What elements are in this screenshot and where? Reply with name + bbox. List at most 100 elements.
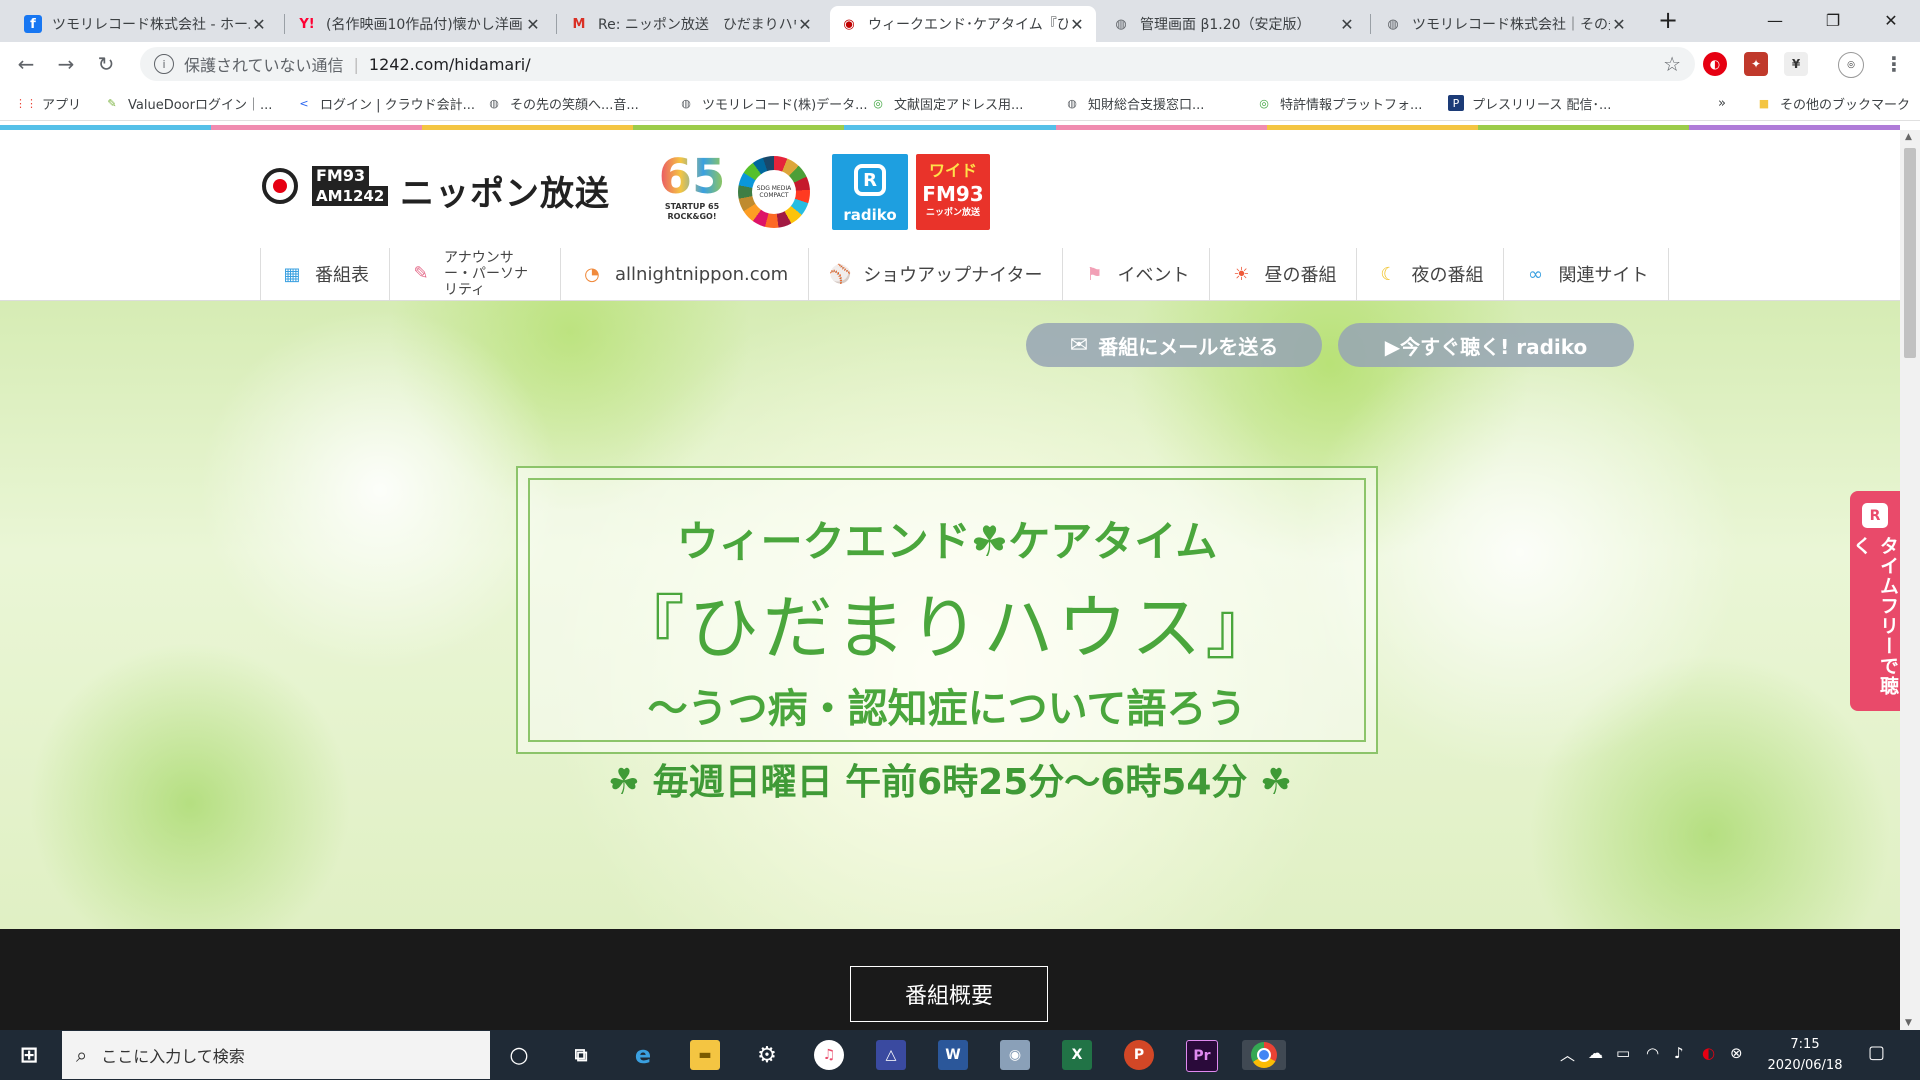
address-bar[interactable]: i 保護されていない通信 | 1242.com/hidamari/ ☆ [140, 47, 1695, 81]
tab-title: ツモリレコード株式会社 - ホーム [52, 17, 250, 33]
settings-gear-icon[interactable]: ⚙ [752, 1040, 782, 1070]
page-scrollbar[interactable]: ▲ ▼ [1900, 130, 1920, 1030]
program-subtitle: ウィークエンド☘ケアタイム [676, 517, 1218, 566]
close-tab-icon[interactable]: ✕ [250, 15, 268, 34]
scroll-up-arrow-icon[interactable]: ▲ [1905, 132, 1912, 142]
nav-item-night[interactable]: ☾ 夜の番組 [1356, 248, 1503, 300]
camera-icon[interactable]: ◉ [1000, 1040, 1030, 1070]
edge-browser-icon[interactable]: e [628, 1040, 658, 1070]
premiere-pro-icon[interactable]: Pr [1186, 1040, 1218, 1072]
bookmark-sonosaki[interactable]: ◍ その先の笑顔へ...音... [486, 92, 639, 114]
send-mail-button[interactable]: ✉ 番組にメールを送る [1026, 323, 1322, 367]
bookmark-prtimes[interactable]: P プレスリリース 配信･... [1448, 92, 1611, 114]
timefree-side-tab[interactable]: R タイムフリーで聴く [1850, 491, 1900, 711]
security-status-label[interactable]: 保護されていない通信 [184, 52, 344, 76]
taskbar-search-placeholder: ここに入力して検索 [101, 1047, 245, 1066]
volume-icon[interactable]: ♪ [1674, 1044, 1684, 1062]
program-tagline: ～うつ病・認知症について語ろう [647, 686, 1247, 732]
nav-label: 夜の番組 [1411, 265, 1484, 286]
browser-tab-3[interactable]: M Re: ニッポン放送 ひだまりハウス ✕ [560, 6, 824, 42]
bookmarks-overflow-chevron-icon[interactable]: » [1718, 92, 1726, 114]
tab-title: ウィークエンド･ケアタイム『ひだまり [868, 17, 1068, 33]
bookmark-chizai[interactable]: ◍ 知財総合支援窓口... [1064, 92, 1204, 114]
bookmark-jplatpat[interactable]: ◎ 特許情報プラットフォ... [1256, 92, 1422, 114]
nav-item-showup-nighter[interactable]: ⚾ ショウアップナイター [808, 248, 1062, 300]
nippon-housou-icon: ◉ [843, 16, 855, 32]
bookmark-freee[interactable]: < ログイン | クラウド会計... [296, 92, 475, 114]
nav-item-daytime[interactable]: ☀ 昼の番組 [1209, 248, 1356, 300]
browser-tab-4-active[interactable]: ◉ ウィークエンド･ケアタイム『ひだまり ✕ [830, 6, 1096, 42]
minimize-icon[interactable]: — [1746, 0, 1804, 40]
extension-icon[interactable]: ◐ [1703, 52, 1727, 76]
menu-dots-icon[interactable]: ⋮ [1882, 52, 1906, 76]
url-text[interactable]: 1242.com/hidamari/ [369, 55, 531, 74]
windows-taskbar: ⊞ ⌕ ここに入力して検索 ○ ⧉ e ▬ ⚙ ♫ △ W ◉ X P Pr ︿… [0, 1030, 1920, 1080]
close-tab-icon[interactable]: ✕ [1610, 15, 1628, 34]
globe-icon: ◍ [1115, 16, 1127, 32]
bookmark-apps[interactable]: ⋮⋮ アプリ [15, 92, 81, 114]
cortana-circle-icon[interactable]: ○ [504, 1040, 534, 1070]
browser-tab-2[interactable]: Y! (名作映画10作品付)懐かし洋画 ✕ [288, 6, 552, 42]
anniversary-65-logo[interactable]: 65 STARTUP 65 ROCK&GO! [658, 152, 726, 228]
word-icon[interactable]: W [938, 1040, 968, 1070]
nav-item-announcers[interactable]: ✎ アナウンサー・パーソナリティ [389, 248, 560, 300]
search-icon: ⌕ [76, 1043, 88, 1067]
taskbar-search-box[interactable]: ⌕ ここに入力して検索 [62, 1031, 490, 1079]
battery-icon[interactable]: ▭ [1616, 1044, 1630, 1062]
scroll-down-arrow-icon[interactable]: ▼ [1905, 1018, 1912, 1028]
bookmark-other-folder[interactable]: ■ その他のブックマーク [1756, 92, 1910, 114]
wifi-icon[interactable]: ◠ [1646, 1044, 1659, 1062]
close-tab-icon[interactable]: ✕ [524, 15, 542, 34]
globe-icon: ◍ [1387, 16, 1399, 32]
profile-avatar-icon[interactable]: ◎ [1838, 52, 1864, 78]
tray-close-circle-icon[interactable]: ⊗ [1730, 1044, 1743, 1062]
powerpoint-icon[interactable]: P [1124, 1040, 1154, 1070]
bookmark-star-icon[interactable]: ☆ [1663, 52, 1681, 76]
forward-arrow-icon[interactable]: → [52, 50, 80, 78]
excel-icon[interactable]: X [1062, 1040, 1092, 1070]
close-tab-icon[interactable]: ✕ [1338, 15, 1356, 34]
listen-radiko-button[interactable]: ▶今すぐ聴く! radiko [1338, 323, 1634, 367]
wide-label: ワイド [928, 161, 977, 180]
pdf-extension-icon[interactable]: ✦ [1744, 52, 1768, 76]
bookmark-valuedoor[interactable]: ✎ ValueDoorログイン｜... [104, 92, 272, 114]
radiko-icon: R [1862, 503, 1888, 529]
site-logo[interactable]: FM93 AM1242 ニッポン放送 [260, 160, 630, 220]
tray-app-icon[interactable]: ◐ [1702, 1044, 1715, 1062]
browser-tab-6[interactable]: ◍ ツモリレコード株式会社｜その先 ✕ [1374, 6, 1638, 42]
onedrive-cloud-icon[interactable]: ☁ [1588, 1044, 1603, 1062]
file-explorer-icon[interactable]: ▬ [690, 1040, 720, 1070]
windows-start-icon[interactable]: ⊞ [14, 1040, 44, 1070]
scrollbar-thumb[interactable] [1904, 148, 1916, 358]
yen-extension-icon[interactable]: ¥ [1784, 52, 1808, 76]
nav-item-related-sites[interactable]: ∞ 関連サイト [1503, 248, 1670, 300]
maximize-icon[interactable]: ❐ [1804, 0, 1862, 40]
back-arrow-icon[interactable]: ← [12, 50, 40, 78]
itunes-icon[interactable]: ♫ [814, 1040, 844, 1070]
nav-item-program-table[interactable]: ▦ 番組表 [260, 248, 389, 300]
anniversary-caption: STARTUP 65 ROCK&GO! [664, 202, 720, 221]
wide-fm93-label: FM93 [922, 182, 984, 206]
nav-item-events[interactable]: ⚑ イベント [1062, 248, 1209, 300]
app-icon[interactable]: △ [876, 1040, 906, 1070]
browser-tab-5[interactable]: ◍ 管理画面 β1.20（安定版） ✕ [1102, 6, 1366, 42]
close-tab-icon[interactable]: ✕ [796, 15, 814, 34]
sdg-wheel-logo[interactable]: SDG MEDIA COMPACT [738, 156, 810, 228]
program-overview-button[interactable]: 番組概要 [850, 966, 1048, 1022]
notification-icon[interactable]: ▢ [1868, 1042, 1885, 1063]
window-close-icon[interactable]: ✕ [1862, 0, 1920, 40]
task-view-icon[interactable]: ⧉ [566, 1040, 596, 1070]
close-tab-icon[interactable]: ✕ [1068, 15, 1086, 34]
nav-item-allnightnippon[interactable]: ◔ allnightnippon.com [560, 248, 808, 300]
reload-icon[interactable]: ↻ [92, 50, 120, 78]
bookmark-bunken[interactable]: ◎ 文献固定アドレス用... [870, 92, 1023, 114]
info-icon[interactable]: i [154, 54, 174, 74]
taskbar-clock[interactable]: 7:15 2020/06/18 [1760, 1034, 1850, 1076]
wide-fm93-logo-button[interactable]: ワイド FM93 ニッポン放送 [916, 154, 990, 230]
chrome-icon[interactable] [1242, 1040, 1286, 1070]
new-tab-plus-icon[interactable]: + [1640, 0, 1696, 40]
radiko-logo-button[interactable]: R radiko [832, 154, 908, 230]
tray-chevron-icon[interactable]: ︿ [1560, 1044, 1575, 1065]
browser-tab-1[interactable]: f ツモリレコード株式会社 - ホーム ✕ [14, 6, 278, 42]
bookmark-tsumori-data[interactable]: ◍ ツモリレコード(株)データ... [678, 92, 867, 114]
